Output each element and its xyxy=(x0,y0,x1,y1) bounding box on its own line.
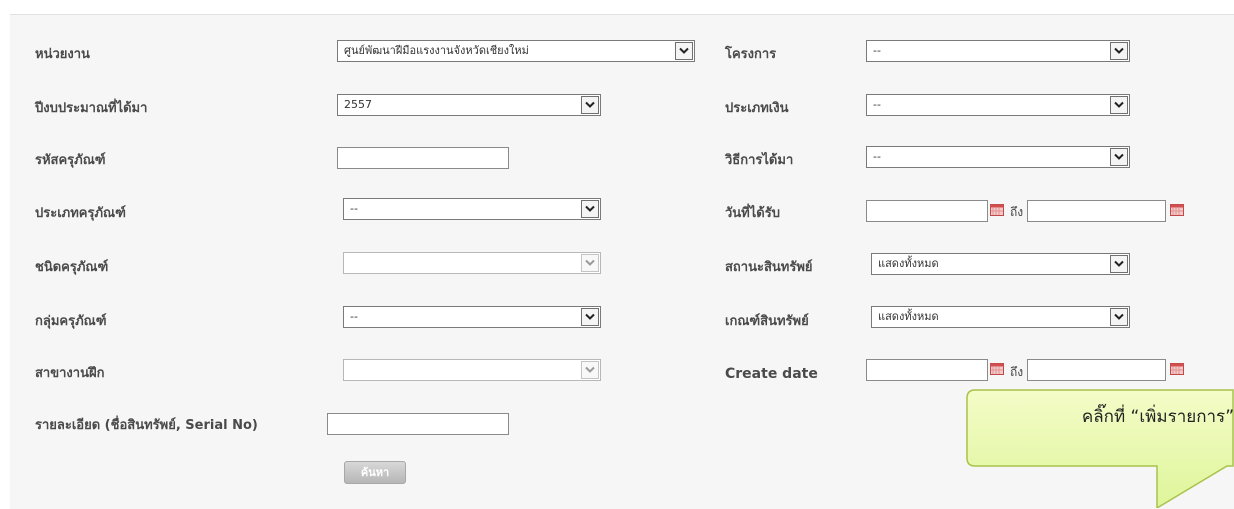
money-type-select[interactable]: -- xyxy=(866,94,1130,116)
calendar-icon[interactable] xyxy=(1170,204,1184,216)
training-branch-select[interactable] xyxy=(343,359,601,381)
chevron-down-icon xyxy=(675,42,693,60)
unit-select-value: ศูนย์พัฒนาฝีมือแรงงานจังหวัดเชียงใหม่ xyxy=(344,44,529,57)
asset-criteria-label: เกณฑ์สินทรัพย์ xyxy=(725,314,809,329)
chevron-down-icon xyxy=(581,361,599,379)
acquire-method-select[interactable]: -- xyxy=(866,146,1130,168)
callout-tooltip: คลิ๊กที่ “เพิ่มรายการ” xyxy=(965,389,1234,508)
acquire-method-select-value: -- xyxy=(873,150,881,163)
equipment-type-select[interactable]: -- xyxy=(343,198,601,220)
project-select-value: -- xyxy=(873,44,881,57)
received-date-label: วันที่ได้รับ xyxy=(725,206,780,221)
chevron-down-icon xyxy=(1110,42,1128,60)
fiscal-year-label: ปีงบประมาณที่ได้มา xyxy=(35,101,148,116)
unit-label: หน่วยงาน xyxy=(35,47,90,62)
callout-text: คลิ๊กที่ “เพิ่มรายการ” xyxy=(1081,407,1234,427)
chevron-down-icon xyxy=(581,200,599,218)
equipment-kind-label: ชนิดครุภัณฑ์ xyxy=(35,260,109,275)
asset-status-select-value: แสดงทั้งหมด xyxy=(878,257,939,270)
received-date-to-input[interactable] xyxy=(1027,200,1166,222)
create-date-to-input[interactable] xyxy=(1027,359,1166,381)
unit-select[interactable]: ศูนย์พัฒนาฝีมือแรงงานจังหวัดเชียงใหม่ xyxy=(337,40,695,62)
details-input[interactable] xyxy=(327,413,509,435)
received-date-from-input[interactable] xyxy=(866,200,988,222)
calendar-icon[interactable] xyxy=(990,363,1004,375)
chevron-down-icon xyxy=(581,96,599,114)
asset-status-select[interactable]: แสดงทั้งหมด xyxy=(871,253,1130,275)
equipment-kind-select[interactable] xyxy=(343,252,601,274)
asset-criteria-select[interactable]: แสดงทั้งหมด xyxy=(871,306,1130,328)
search-button[interactable]: ค้นหา xyxy=(344,461,406,484)
calendar-icon[interactable] xyxy=(1170,363,1184,375)
project-select[interactable]: -- xyxy=(866,40,1130,62)
equipment-group-label: กลุ่มครุภัณฑ์ xyxy=(35,314,107,329)
chevron-down-icon xyxy=(1110,308,1128,326)
equipment-group-select[interactable]: -- xyxy=(343,306,601,328)
create-date-from-input[interactable] xyxy=(866,359,988,381)
asset-criteria-select-value: แสดงทั้งหมด xyxy=(878,310,939,323)
chevron-down-icon xyxy=(1110,148,1128,166)
received-date-to-label: ถึง xyxy=(1010,205,1024,219)
equipment-type-label: ประเภทครุภัณฑ์ xyxy=(35,206,126,221)
equipment-code-label: รหัสครุภัณฑ์ xyxy=(35,153,106,168)
fiscal-year-select-value: 2557 xyxy=(344,98,372,111)
chevron-down-icon xyxy=(1110,255,1128,273)
chevron-down-icon xyxy=(581,308,599,326)
equipment-code-input[interactable] xyxy=(337,147,509,169)
equipment-group-select-value: -- xyxy=(350,310,358,323)
details-label: รายละเอียด (ชื่อสินทรัพย์, Serial No) xyxy=(35,418,258,433)
training-branch-label: สาขางานฝึก xyxy=(35,366,105,381)
asset-status-label: สถานะสินทรัพย์ xyxy=(725,260,813,275)
chevron-down-icon xyxy=(1110,96,1128,114)
calendar-icon[interactable] xyxy=(990,204,1004,216)
money-type-select-value: -- xyxy=(873,98,881,111)
create-date-to-label: ถึง xyxy=(1010,365,1024,379)
project-label: โครงการ xyxy=(725,47,777,62)
create-date-label: Create date xyxy=(725,366,818,382)
acquire-method-label: วิธีการได้มา xyxy=(725,153,794,168)
money-type-label: ประเภทเงิน xyxy=(725,101,789,116)
fiscal-year-select[interactable]: 2557 xyxy=(337,94,601,116)
chevron-down-icon xyxy=(581,254,599,272)
equipment-type-select-value: -- xyxy=(350,202,358,215)
